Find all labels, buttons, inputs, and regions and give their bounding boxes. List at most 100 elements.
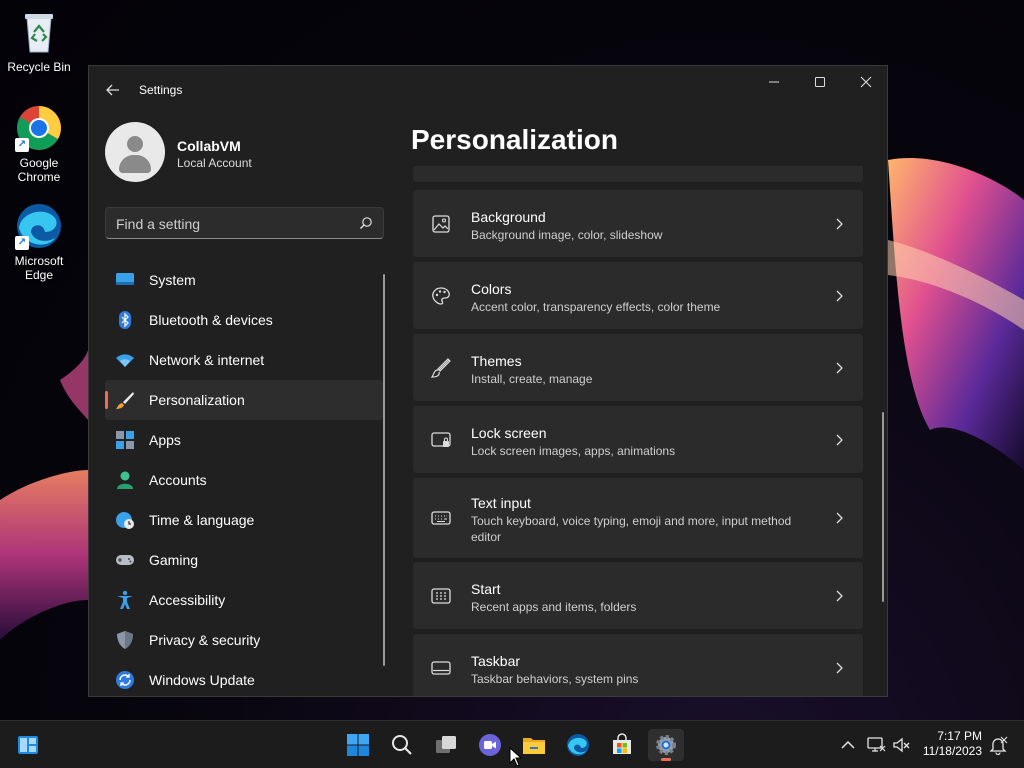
clock-time: 7:17 PM xyxy=(937,729,982,743)
image-icon xyxy=(432,215,450,233)
card-subtitle: Accent color, transparency effects, colo… xyxy=(471,300,721,314)
card-title: Background xyxy=(471,209,546,225)
chevron-right-icon xyxy=(836,434,843,446)
nav-item-label: Privacy & security xyxy=(149,632,261,648)
volume-muted-icon[interactable] xyxy=(892,735,912,755)
card-title: Text input xyxy=(471,495,531,511)
chevron-right-icon xyxy=(836,290,843,302)
nav-item-apps[interactable]: Apps xyxy=(105,420,383,460)
edge-icon: ↗ xyxy=(15,202,63,250)
avatar xyxy=(105,122,165,182)
desktop-icon-label: Recycle Bin xyxy=(7,60,71,74)
start-icon xyxy=(431,588,451,604)
settings-taskbar-button[interactable] xyxy=(648,729,684,761)
nav-item-bluetooth-devices[interactable]: Bluetooth & devices xyxy=(105,300,383,340)
shortcut-arrow-icon: ↗ xyxy=(15,236,29,250)
nav-item-windows-update[interactable]: Windows Update xyxy=(105,660,383,696)
palette-icon xyxy=(432,287,450,305)
nav-item-network-internet[interactable]: Network & internet xyxy=(105,340,383,380)
store-button[interactable] xyxy=(604,729,640,761)
nav-item-label: Network & internet xyxy=(149,352,265,368)
gamepad-icon xyxy=(116,555,134,565)
chevron-up-icon[interactable] xyxy=(838,735,858,755)
card-background[interactable]: Background Background image, color, slid… xyxy=(413,190,863,257)
profile-name: CollabVM xyxy=(177,138,241,154)
recycle-bin-icon xyxy=(15,8,63,56)
card-title: Lock screen xyxy=(471,425,547,441)
accessibility-icon xyxy=(117,590,133,609)
settings-window: Settings CollabVM Local Account System xyxy=(88,65,888,697)
nav-item-time-language[interactable]: Time & language xyxy=(105,500,383,540)
nav-item-gaming[interactable]: Gaming xyxy=(105,540,383,580)
system-clock[interactable]: 7:17 PM 11/18/2023 xyxy=(923,729,982,759)
maximize-icon xyxy=(815,77,825,87)
card-subtitle: Recent apps and items, folders xyxy=(471,600,637,614)
search-button[interactable] xyxy=(384,729,420,761)
folder-icon xyxy=(523,738,545,754)
chevron-right-icon xyxy=(836,362,843,374)
page-title: Personalization xyxy=(411,124,618,155)
card-lock-screen[interactable]: Lock screen Lock screen images, apps, an… xyxy=(413,406,863,473)
nav-item-system[interactable]: System xyxy=(105,260,383,300)
notification-bell-icon[interactable] xyxy=(988,735,1008,755)
widgets-button[interactable] xyxy=(10,729,46,761)
search-icon xyxy=(392,735,412,755)
card-start[interactable]: Start Recent apps and items, folders xyxy=(413,562,863,629)
network-icon[interactable] xyxy=(866,735,886,755)
task-view-button[interactable] xyxy=(428,729,464,761)
nav-item-label: Apps xyxy=(149,432,181,448)
content-scrollbar[interactable] xyxy=(882,412,884,602)
card-taskbar[interactable]: Taskbar Taskbar behaviors, system pins xyxy=(413,634,863,696)
nav-item-label: Bluetooth & devices xyxy=(149,312,273,328)
card-text-input[interactable]: Text input Touch keyboard, voice typing,… xyxy=(413,478,863,558)
maximize-button[interactable] xyxy=(797,66,843,98)
card-colors[interactable]: Colors Accent color, transparency effect… xyxy=(413,262,863,329)
nav-item-personalization[interactable]: Personalization xyxy=(105,380,383,420)
nav-item-label: Gaming xyxy=(149,552,199,568)
chevron-right-icon xyxy=(836,218,843,230)
taskbar-icon xyxy=(431,661,451,675)
lock-screen-icon xyxy=(431,432,451,447)
chrome-icon: ↗ xyxy=(15,104,63,152)
nav-item-label: Accounts xyxy=(149,472,207,488)
nav-item-privacy-security[interactable]: Privacy & security xyxy=(105,620,383,660)
task-view-icon xyxy=(436,736,456,753)
edge-button[interactable] xyxy=(560,729,596,761)
desktop-icon-label: Microsoft Edge xyxy=(14,254,64,282)
card-title: Themes xyxy=(471,353,522,369)
shield-icon xyxy=(117,631,133,649)
card-subtitle: Touch keyboard, voice typing, emoji and … xyxy=(471,514,792,544)
nav-item-accessibility[interactable]: Accessibility xyxy=(105,580,383,620)
close-button[interactable] xyxy=(843,66,887,98)
minimize-button[interactable] xyxy=(751,66,797,98)
nav-item-label: Time & language xyxy=(149,512,255,528)
settings-nav: System Bluetooth & devices Network & int… xyxy=(105,260,383,696)
teams-chat-button[interactable] xyxy=(472,729,508,761)
gear-icon xyxy=(656,735,676,755)
title-bar[interactable]: Settings xyxy=(89,66,887,114)
paintbrush-icon xyxy=(116,392,134,409)
card-themes[interactable]: Themes Install, create, manage xyxy=(413,334,863,401)
desktop-icon-google-chrome[interactable]: ↗ Google Chrome xyxy=(4,104,74,184)
bluetooth-icon xyxy=(119,311,131,329)
apps-icon xyxy=(116,431,134,449)
nav-scrollbar[interactable] xyxy=(383,274,385,666)
card-title: Start xyxy=(471,581,501,597)
desktop-icon-label: Google Chrome xyxy=(17,156,61,184)
app-title: Settings xyxy=(139,83,183,97)
brush-icon xyxy=(431,358,451,378)
back-button[interactable] xyxy=(103,78,123,102)
account-profile[interactable]: CollabVM Local Account xyxy=(105,122,385,184)
desktop-icon-recycle-bin[interactable]: Recycle Bin xyxy=(4,8,74,74)
card-partial xyxy=(413,166,863,182)
start-button[interactable] xyxy=(340,729,376,761)
nav-item-accounts[interactable]: Accounts xyxy=(105,460,383,500)
chevron-right-icon xyxy=(836,590,843,602)
search-input[interactable] xyxy=(116,214,346,234)
desktop-icon-microsoft-edge[interactable]: ↗ Microsoft Edge xyxy=(4,202,74,282)
search-icon[interactable] xyxy=(359,216,373,230)
display-icon xyxy=(116,273,134,285)
clock-date: 11/18/2023 xyxy=(922,744,982,758)
search-box[interactable] xyxy=(105,207,384,239)
nav-item-label: Windows Update xyxy=(149,672,255,688)
